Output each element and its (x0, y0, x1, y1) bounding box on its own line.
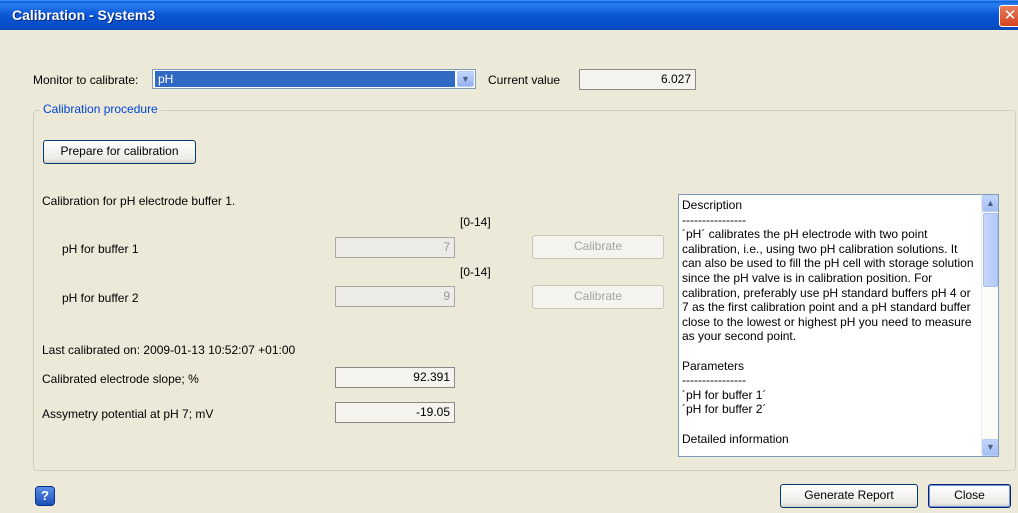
slope-label: Calibrated electrode slope; % (42, 372, 199, 386)
scrollbar-thumb[interactable] (983, 213, 998, 287)
current-value-label: Current value (488, 73, 561, 87)
arrow-up-icon[interactable]: ▲ (982, 195, 998, 212)
asymmetry-label: Assymetry potential at pH 7; mV (42, 407, 214, 421)
close-icon[interactable]: ✕ (999, 5, 1018, 27)
chevron-down-icon[interactable]: ▼ (457, 71, 474, 87)
description-text: Description ---------------- ´pH´ calibr… (682, 198, 974, 446)
monitor-label: Monitor to calibrate: (33, 73, 139, 87)
buffer-2-input[interactable]: 9 (335, 286, 455, 307)
calibration-dialog: Calibration - System3 ✕ Monitor to calib… (0, 0, 1018, 513)
calibrate-buffer-2-button[interactable]: Calibrate (532, 285, 664, 309)
calibrate-buffer-1-button[interactable]: Calibrate (532, 235, 664, 259)
arrow-down-icon[interactable]: ▼ (982, 439, 998, 456)
title-bar[interactable]: Calibration - System3 ✕ (0, 0, 1018, 30)
buffer-2-range: [0-14] (460, 265, 491, 279)
buffer-1-input[interactable]: 7 (335, 237, 455, 258)
calibration-procedure-legend: Calibration procedure (40, 102, 161, 116)
help-icon[interactable]: ? (35, 486, 55, 506)
monitor-select[interactable]: pH ▼ (152, 69, 476, 89)
buffer-heading: Calibration for pH electrode buffer 1. (42, 194, 236, 208)
description-scrollbar[interactable]: ▲ ▼ (981, 195, 998, 456)
buffer-2-label: pH for buffer 2 (62, 291, 139, 305)
monitor-select-value: pH (155, 71, 455, 87)
description-textbox[interactable]: Description ---------------- ´pH´ calibr… (678, 194, 999, 457)
last-calibrated-text: Last calibrated on: 2009-01-13 10:52:07 … (42, 343, 296, 357)
slope-field: 92.391 (335, 367, 455, 388)
generate-report-button[interactable]: Generate Report (780, 484, 918, 508)
asymmetry-field: -19.05 (335, 402, 455, 423)
current-value-field: 6.027 (579, 69, 696, 90)
close-button[interactable]: Close (928, 484, 1011, 508)
prepare-for-calibration-button[interactable]: Prepare for calibration (43, 140, 196, 164)
window-title: Calibration - System3 (12, 7, 156, 23)
buffer-1-range: [0-14] (460, 215, 491, 229)
buffer-1-label: pH for buffer 1 (62, 242, 139, 256)
